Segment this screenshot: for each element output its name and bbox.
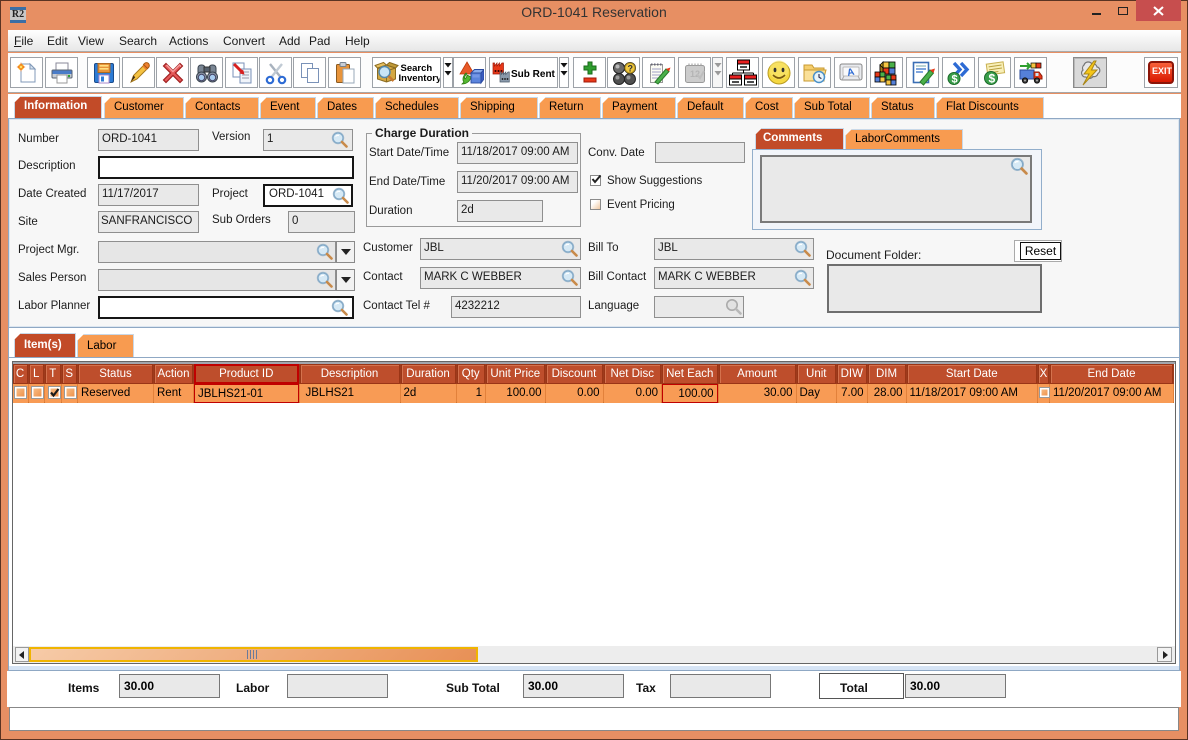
svg-text:$: $ (951, 73, 957, 85)
svg-text:?: ? (627, 63, 633, 73)
svg-text:$: $ (988, 71, 995, 85)
svg-text:Inventory: Inventory (398, 73, 439, 84)
svg-text:Sub Rent: Sub Rent (511, 69, 556, 80)
